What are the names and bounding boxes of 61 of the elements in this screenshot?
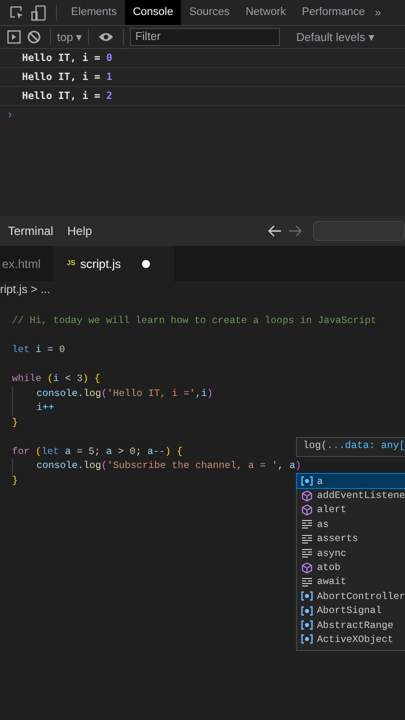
device-icon[interactable] [31, 4, 47, 20]
code-line: for (let a = 5; a > 0; a--) { [12, 444, 183, 458]
suggestion-item[interactable]: asserts [297, 532, 405, 546]
variable-icon [301, 606, 313, 616]
code-line: console.log('Hello IT, i =',i) [12, 386, 213, 401]
tab-label: script.js [80, 256, 121, 270]
inspect-icon[interactable] [9, 4, 25, 20]
suggestion-item[interactable]: a [297, 474, 405, 488]
code-line: // Hi, today we will learn how to create a loops in JavaScript [12, 314, 377, 328]
variable-icon [301, 476, 313, 486]
suggestion-item[interactable]: AbortController [297, 589, 405, 604]
signature-hint: log(...data: any[ [296, 437, 405, 457]
breadcrumb[interactable]: ript.js > ... [0, 284, 50, 296]
devtools-tab[interactable]: Sources [181, 0, 238, 25]
suggestion-item[interactable]: as [297, 517, 405, 532]
suggestion-item[interactable]: AbstractRange [297, 618, 405, 632]
menu-item[interactable]: Help [67, 224, 92, 238]
sidebar-toggle-icon[interactable] [7, 30, 21, 44]
console-message: Hello IT, i = 0 [22, 52, 112, 64]
keyword-icon [301, 534, 313, 544]
levels-dropdown[interactable]: Default levels ▾ [296, 30, 374, 44]
code-line: while (i < 3) { [12, 372, 100, 386]
eye-icon[interactable] [98, 31, 114, 43]
code-line: } [12, 474, 18, 488]
editor-tab[interactable]: ex.html [0, 246, 53, 281]
suggestion-item[interactable]: await [297, 574, 405, 590]
code-line: } [12, 416, 18, 430]
devtools-tab[interactable]: Console [124, 0, 182, 25]
devtools-tab[interactable]: Elements [63, 0, 125, 25]
more-tabs-button[interactable]: » [374, 6, 382, 18]
cube-icon [301, 562, 313, 574]
suggestion-item[interactable]: alert [297, 502, 405, 518]
keyword-icon [301, 548, 313, 558]
command-search-field[interactable] [313, 221, 405, 241]
back-arrow-icon[interactable] [268, 225, 282, 237]
forward-arrow-icon[interactable] [288, 225, 302, 237]
tab-label: ex.html [2, 256, 41, 270]
variable-icon [301, 634, 313, 644]
variable-icon [301, 591, 313, 602]
suggestion-item[interactable]: ActiveXObject [297, 632, 405, 647]
devtools-tab[interactable]: Performance [294, 0, 373, 25]
suggestion-item[interactable]: addEventListene [297, 488, 405, 503]
keyword-icon [301, 576, 313, 587]
console-message: Hello IT, i = 1 [22, 72, 112, 82]
cube-icon [301, 490, 313, 502]
console-message: Hello IT, i = 2 [22, 90, 112, 102]
menu-item[interactable]: Terminal [8, 224, 54, 238]
code-line: let i = 0 [12, 343, 65, 357]
variable-icon [301, 620, 313, 630]
clear-icon[interactable] [27, 30, 41, 44]
console-prompt[interactable]: › [8, 107, 12, 121]
devtools-tab[interactable]: Network [238, 0, 294, 25]
suggestion-item[interactable]: atob [297, 560, 405, 575]
keyword-icon [301, 519, 313, 530]
suggestion-item[interactable]: async [297, 546, 405, 560]
suggestion-item[interactable]: AbortSignal [297, 604, 405, 618]
context-dropdown[interactable]: top ▾ [57, 30, 82, 44]
code-line: i++ [12, 401, 54, 416]
unsaved-dot-icon[interactable] [142, 260, 150, 268]
cube-icon [301, 504, 313, 516]
filter-field[interactable]: Filter [130, 28, 280, 46]
